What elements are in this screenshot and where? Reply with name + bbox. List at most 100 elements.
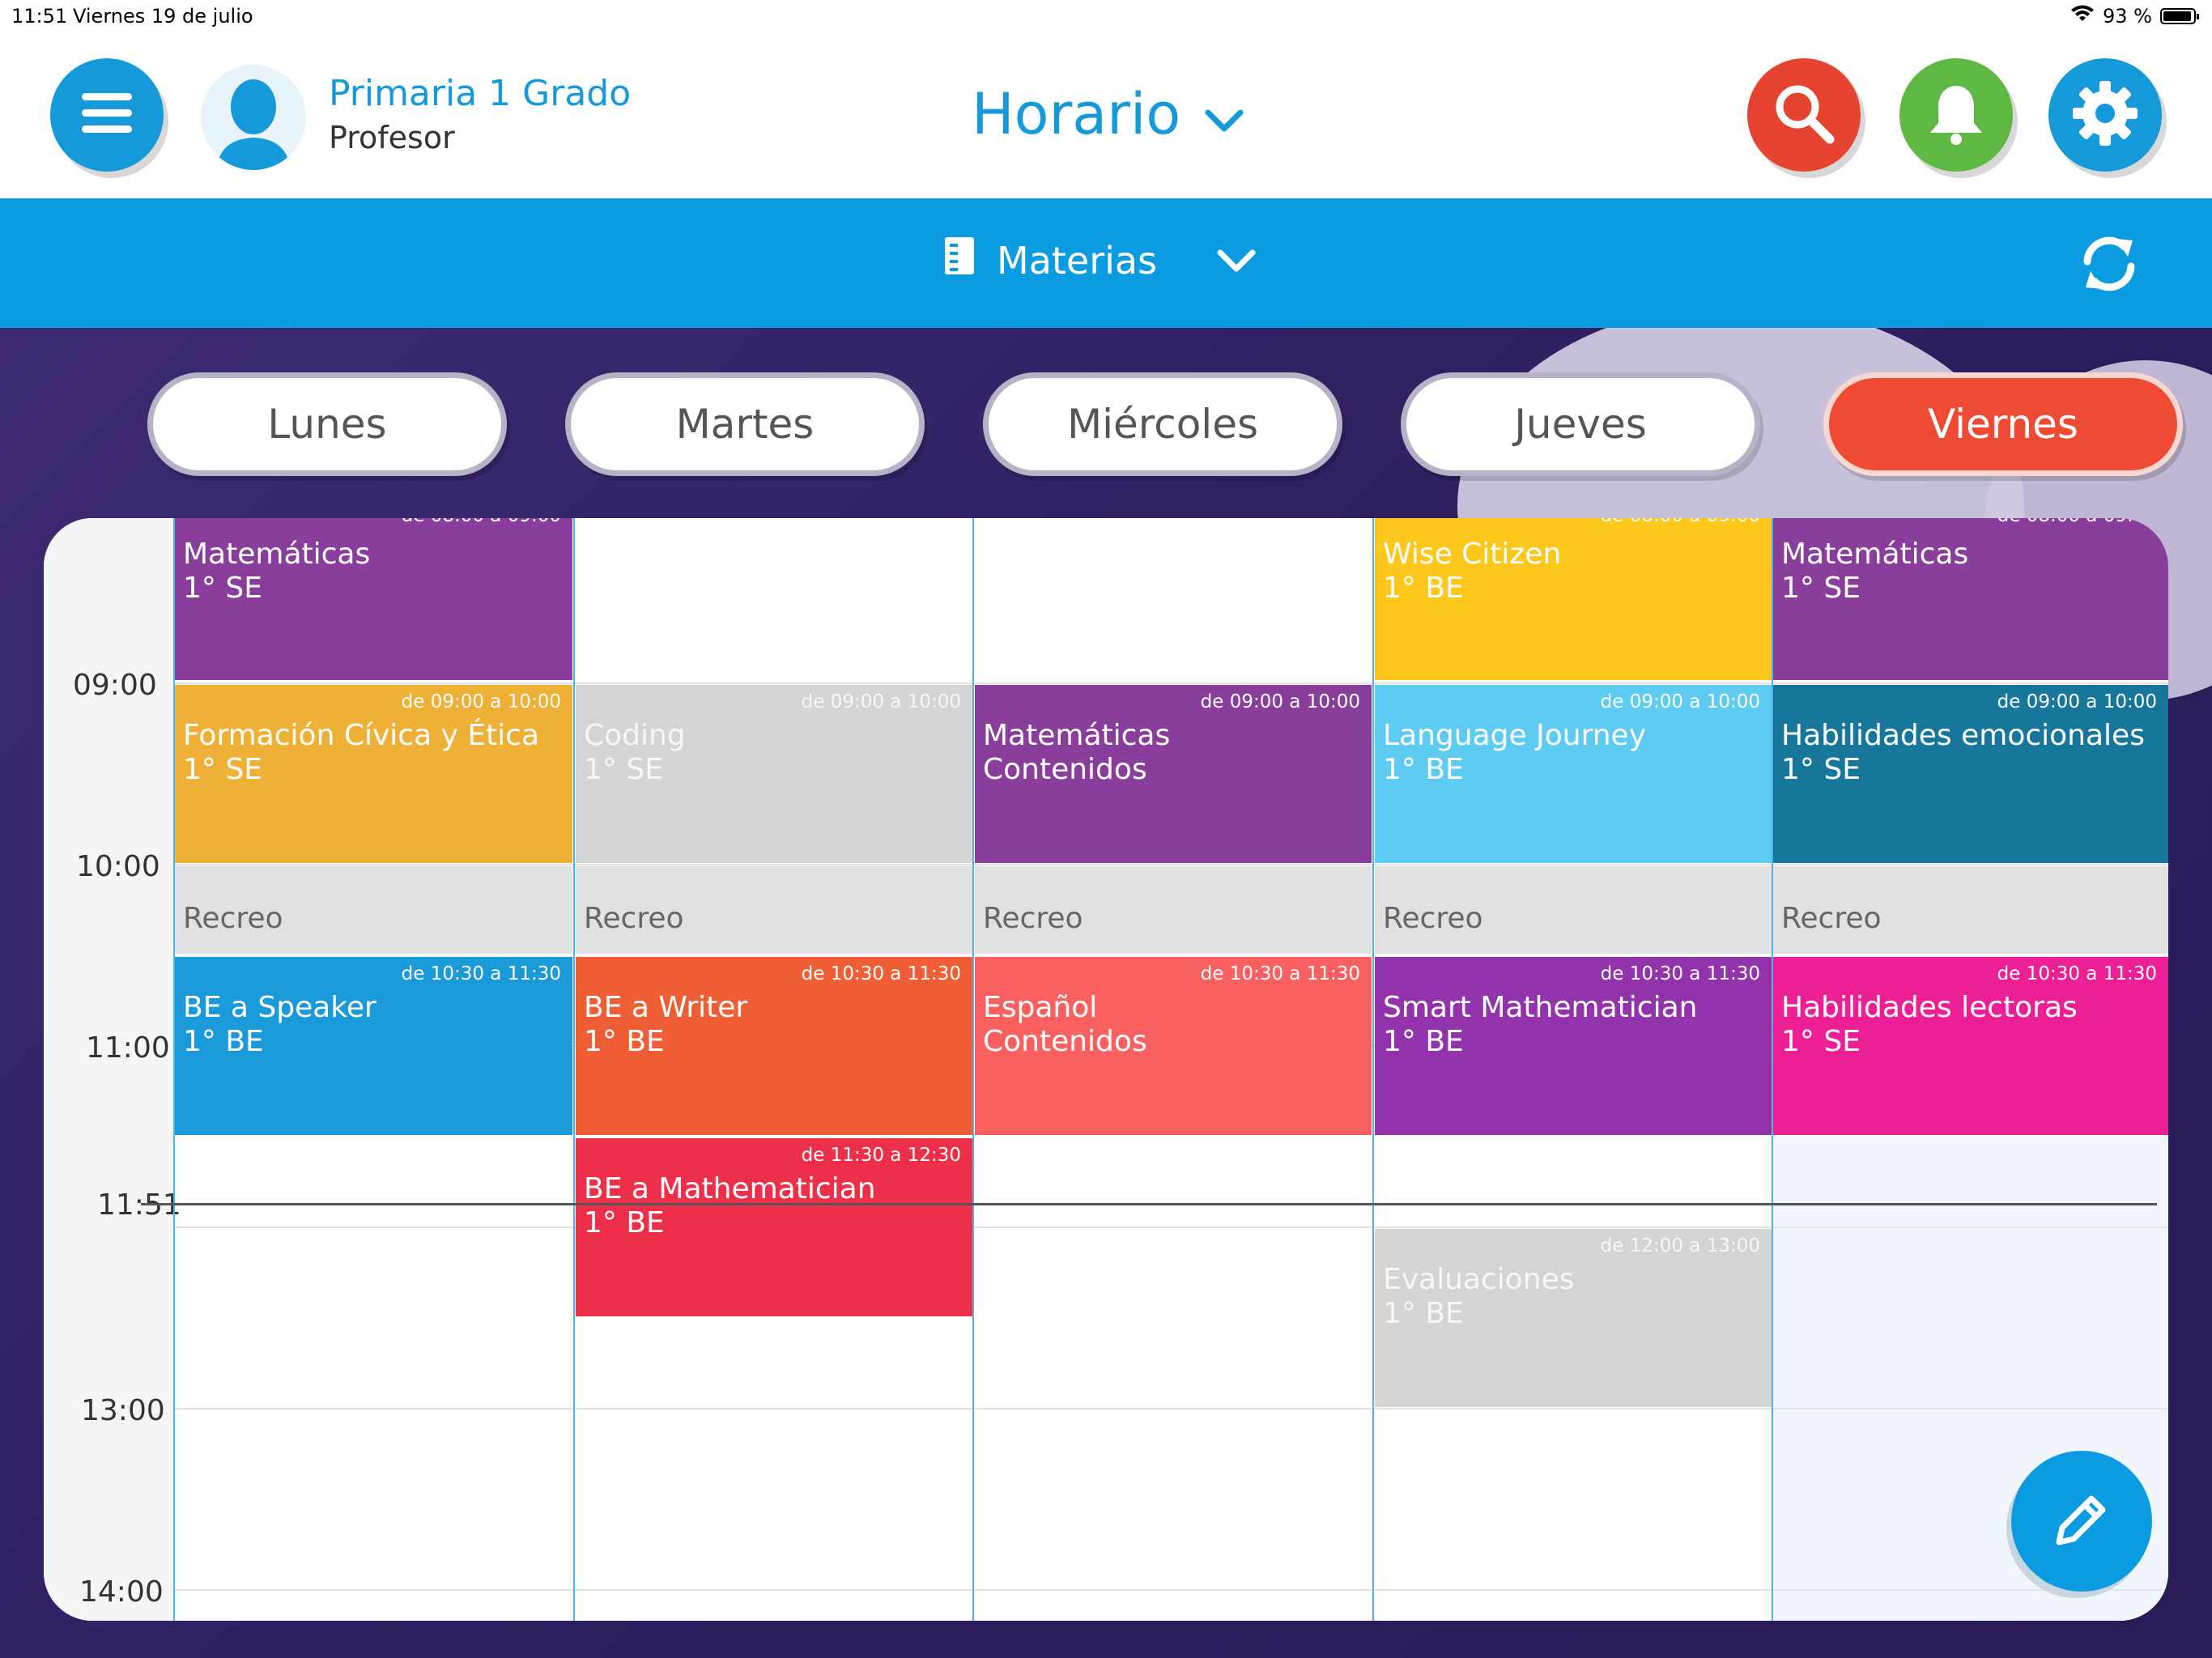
- battery-percent: 93 %: [2103, 5, 2152, 28]
- day-tabs: Lunes Martes Miércoles Jueves Viernes: [0, 372, 2212, 486]
- event-subtitle: Contenidos: [983, 1025, 1147, 1058]
- event-time-range: de 09:00 a 10:00: [1600, 691, 1760, 712]
- tab-lunes[interactable]: Lunes: [147, 372, 507, 476]
- tab-martes[interactable]: Martes: [565, 372, 925, 476]
- column-divider: [173, 518, 175, 1621]
- event-time-range: de 08:00 a 09:00: [1997, 518, 2157, 526]
- column-divider: [573, 518, 575, 1621]
- event-title: BE a Writer: [584, 991, 748, 1024]
- event-card[interactable]: de 09:00 a 10:00 Language Journey 1° BE: [1375, 685, 1772, 863]
- column-divider: [1772, 518, 1773, 1621]
- event-title: Language Journey: [1383, 719, 1647, 752]
- search-button[interactable]: [1747, 58, 1861, 172]
- grid-line: [173, 864, 2168, 865]
- gear-icon: [2071, 79, 2139, 151]
- tab-viernes[interactable]: Viernes: [1823, 372, 2183, 476]
- avatar-icon: [217, 79, 290, 170]
- event-time-range: de 10:30 a 11:30: [1997, 963, 2157, 984]
- status-right: 93 %: [2070, 5, 2199, 28]
- event-card[interactable]: de 08:00 a 09:00 Wise Citizen 1° BE: [1375, 518, 1772, 680]
- event-card[interactable]: de 09:00 a 10:00 Coding 1° SE: [576, 685, 972, 863]
- event-card[interactable]: de 10:30 a 11:30 Habilidades lectoras 1°…: [1773, 957, 2168, 1135]
- materias-selector[interactable]: Materias: [943, 237, 1256, 283]
- schedule-grid: 09:00 10:00 11:00 11:51 13:00 14:00 de 0…: [44, 518, 2168, 1621]
- notebook-icon: [943, 237, 976, 283]
- notifications-button[interactable]: [1899, 58, 2013, 172]
- event-subtitle: 1° SE: [1781, 1025, 1861, 1058]
- event-card[interactable]: de 10:30 a 11:30 Español Contenidos: [975, 957, 1372, 1135]
- event-subtitle: 1° BE: [183, 1025, 264, 1058]
- grid-line: [173, 682, 2168, 684]
- refresh-button[interactable]: [2074, 229, 2144, 302]
- bell-icon: [1927, 81, 1985, 149]
- event-title: Habilidades lectoras: [1781, 991, 2078, 1024]
- page-title-dropdown[interactable]: Horario: [972, 81, 1244, 147]
- event-time-range: de 10:30 a 11:30: [1200, 963, 1360, 984]
- event-time-range: de 10:30 a 11:30: [401, 963, 561, 984]
- hour-label: 09:00: [73, 669, 157, 702]
- status-date: Viernes 19 de julio: [73, 5, 253, 28]
- recreo-block[interactable]: Recreo: [1773, 866, 2168, 954]
- event-subtitle: 1° BE: [1383, 572, 1464, 605]
- hour-label: 14:00: [79, 1575, 164, 1609]
- avatar[interactable]: [201, 65, 306, 170]
- chevron-down-icon: [1205, 81, 1244, 147]
- wifi-icon: [2070, 5, 2095, 28]
- event-subtitle: 1° BE: [584, 1025, 665, 1058]
- event-time-range: de 09:00 a 10:00: [1200, 691, 1360, 712]
- event-title: Español: [983, 991, 1098, 1024]
- event-card[interactable]: de 10:30 a 11:30 BE a Speaker 1° BE: [175, 957, 572, 1135]
- event-title: Evaluaciones: [1383, 1263, 1575, 1296]
- event-title: BE a Mathematician: [584, 1172, 876, 1205]
- event-title: Habilidades emocionales: [1781, 719, 2145, 752]
- refresh-icon: [2074, 236, 2144, 302]
- user-title[interactable]: Primaria 1 Grado: [329, 73, 631, 114]
- materias-label: Materias: [997, 238, 1158, 283]
- event-time-range: de 09:00 a 10:00: [1997, 691, 2157, 712]
- event-subtitle: 1° BE: [584, 1206, 665, 1239]
- event-subtitle: 1° SE: [1781, 753, 1861, 786]
- settings-button[interactable]: [2048, 58, 2162, 172]
- status-time: 11:51: [11, 5, 68, 28]
- edit-button[interactable]: [2011, 1451, 2152, 1592]
- event-card[interactable]: de 08:00 a 09:00 Matemáticas 1° SE: [1773, 518, 2168, 680]
- event-subtitle: 1° SE: [183, 572, 262, 605]
- app-header: Primaria 1 Grado Profesor Horario: [0, 32, 2212, 198]
- event-card[interactable]: de 08:00 a 09:00 Matemáticas 1° SE: [175, 518, 572, 680]
- tab-jueves[interactable]: Jueves: [1401, 372, 1760, 476]
- event-card[interactable]: de 09:00 a 10:00 Habilidades emocionales…: [1773, 685, 2168, 863]
- event-card[interactable]: de 12:00 a 13:00 Evaluaciones 1° BE: [1375, 1229, 1772, 1407]
- recreo-block[interactable]: Recreo: [975, 866, 1372, 954]
- event-time-range: de 08:00 a 09:00: [1601, 518, 1760, 526]
- status-bar: 11:51 Viernes 19 de julio 93 %: [0, 0, 2212, 32]
- event-card[interactable]: de 11:30 a 12:30 BE a Mathematician 1° B…: [576, 1138, 972, 1316]
- recreo-block[interactable]: Recreo: [175, 866, 572, 954]
- pencil-icon: [2048, 1486, 2116, 1557]
- event-title: Matemáticas: [183, 538, 371, 571]
- event-title: Matemáticas: [983, 719, 1171, 752]
- recreo-block[interactable]: Recreo: [576, 866, 972, 954]
- event-title: BE a Speaker: [183, 991, 376, 1024]
- event-subtitle: 1° BE: [1383, 1025, 1464, 1058]
- event-subtitle: 1° SE: [584, 753, 663, 786]
- chevron-down-icon: [1217, 239, 1256, 283]
- event-time-range: de 10:30 a 11:30: [1600, 963, 1760, 984]
- page-title: Horario: [972, 81, 1181, 147]
- event-subtitle: 1° SE: [1781, 572, 1861, 605]
- event-card[interactable]: de 09:00 a 10:00 Formación Cívica y Étic…: [175, 685, 572, 863]
- event-subtitle: 1° BE: [1383, 753, 1464, 786]
- current-time-line: [141, 1203, 2157, 1205]
- event-card[interactable]: de 09:00 a 10:00 Matemáticas Contenidos: [975, 685, 1372, 863]
- event-time-range: de 08:00 a 09:00: [402, 518, 561, 526]
- grid-line: [173, 1589, 2168, 1591]
- recreo-block[interactable]: Recreo: [1375, 866, 1772, 954]
- grid-line: [173, 1226, 2168, 1228]
- event-time-range: de 12:00 a 13:00: [1600, 1235, 1760, 1256]
- event-card[interactable]: de 10:30 a 11:30 Smart Mathematician 1° …: [1375, 957, 1772, 1135]
- tab-miercoles[interactable]: Miércoles: [983, 372, 1342, 476]
- event-title: Smart Mathematician: [1383, 991, 1698, 1024]
- event-card[interactable]: de 10:30 a 11:30 BE a Writer 1° BE: [576, 957, 972, 1135]
- menu-button[interactable]: [50, 58, 164, 172]
- menu-icon: [82, 93, 132, 137]
- column-divider: [972, 518, 974, 1621]
